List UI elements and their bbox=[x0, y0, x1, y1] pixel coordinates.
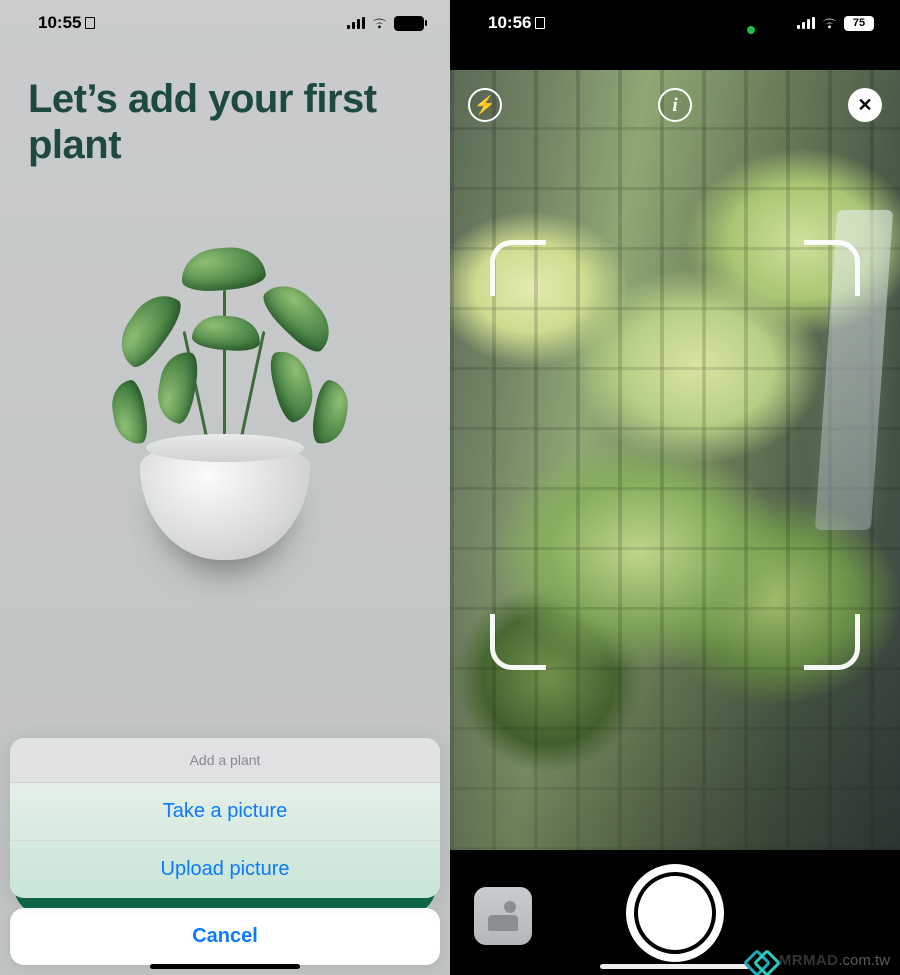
camera-screen: 10:56 75 ⚡ i ✕ bbox=[450, 0, 900, 975]
flash-icon: ⚡ bbox=[474, 95, 496, 116]
home-indicator[interactable] bbox=[600, 964, 750, 969]
focus-corner-icon bbox=[804, 614, 860, 670]
plant-pot-icon bbox=[140, 440, 310, 560]
sheet-title: Add a plant bbox=[10, 738, 440, 783]
status-right: 75 bbox=[347, 16, 424, 31]
upload-picture-button[interactable]: Upload picture bbox=[10, 841, 440, 898]
battery-icon: 75 bbox=[844, 16, 874, 31]
status-right: 75 bbox=[797, 16, 874, 31]
battery-icon: 75 bbox=[394, 16, 424, 31]
info-icon: i bbox=[672, 96, 677, 115]
cancel-button[interactable]: Cancel bbox=[10, 908, 440, 965]
watermark-logo-icon bbox=[749, 953, 773, 969]
watermark: MRMAD.com.tw bbox=[749, 952, 890, 969]
wifi-icon bbox=[371, 17, 388, 29]
gallery-icon bbox=[488, 901, 518, 931]
camera-active-indicator-icon bbox=[747, 26, 755, 34]
status-bar: 10:55 75 bbox=[0, 0, 450, 46]
watermark-bold: MRMAD bbox=[779, 952, 839, 969]
dynamic-island bbox=[610, 12, 740, 48]
status-time: 10:55 bbox=[38, 13, 95, 33]
focus-frame bbox=[490, 240, 860, 670]
focus-corner-icon bbox=[490, 240, 546, 296]
camera-viewfinder: ⚡ i ✕ bbox=[450, 70, 900, 850]
time-text: 10:55 bbox=[38, 13, 81, 33]
sim-icon bbox=[535, 17, 545, 29]
take-picture-button[interactable]: Take a picture bbox=[10, 783, 440, 841]
cellular-signal-icon bbox=[347, 17, 365, 29]
flash-toggle-button[interactable]: ⚡ bbox=[468, 88, 502, 122]
status-time: 10:56 bbox=[488, 13, 545, 33]
watermark-rest: .com.tw bbox=[838, 952, 890, 969]
focus-corner-icon bbox=[490, 614, 546, 670]
wifi-icon bbox=[821, 17, 838, 29]
focus-corner-icon bbox=[804, 240, 860, 296]
cellular-signal-icon bbox=[797, 17, 815, 29]
close-button[interactable]: ✕ bbox=[848, 88, 882, 122]
info-button[interactable]: i bbox=[658, 88, 692, 122]
time-text: 10:56 bbox=[488, 13, 531, 33]
close-icon: ✕ bbox=[857, 95, 872, 116]
action-sheet: Add a plant Take a picture Upload pictur… bbox=[10, 738, 440, 965]
home-indicator[interactable] bbox=[150, 964, 300, 969]
gallery-button[interactable] bbox=[474, 887, 532, 945]
page-title: Let’s add your first plant bbox=[0, 46, 450, 168]
sim-icon bbox=[85, 17, 95, 29]
shutter-button[interactable] bbox=[634, 872, 716, 954]
onboarding-screen: 10:55 75 Let’s add your first plant Add … bbox=[0, 0, 450, 975]
